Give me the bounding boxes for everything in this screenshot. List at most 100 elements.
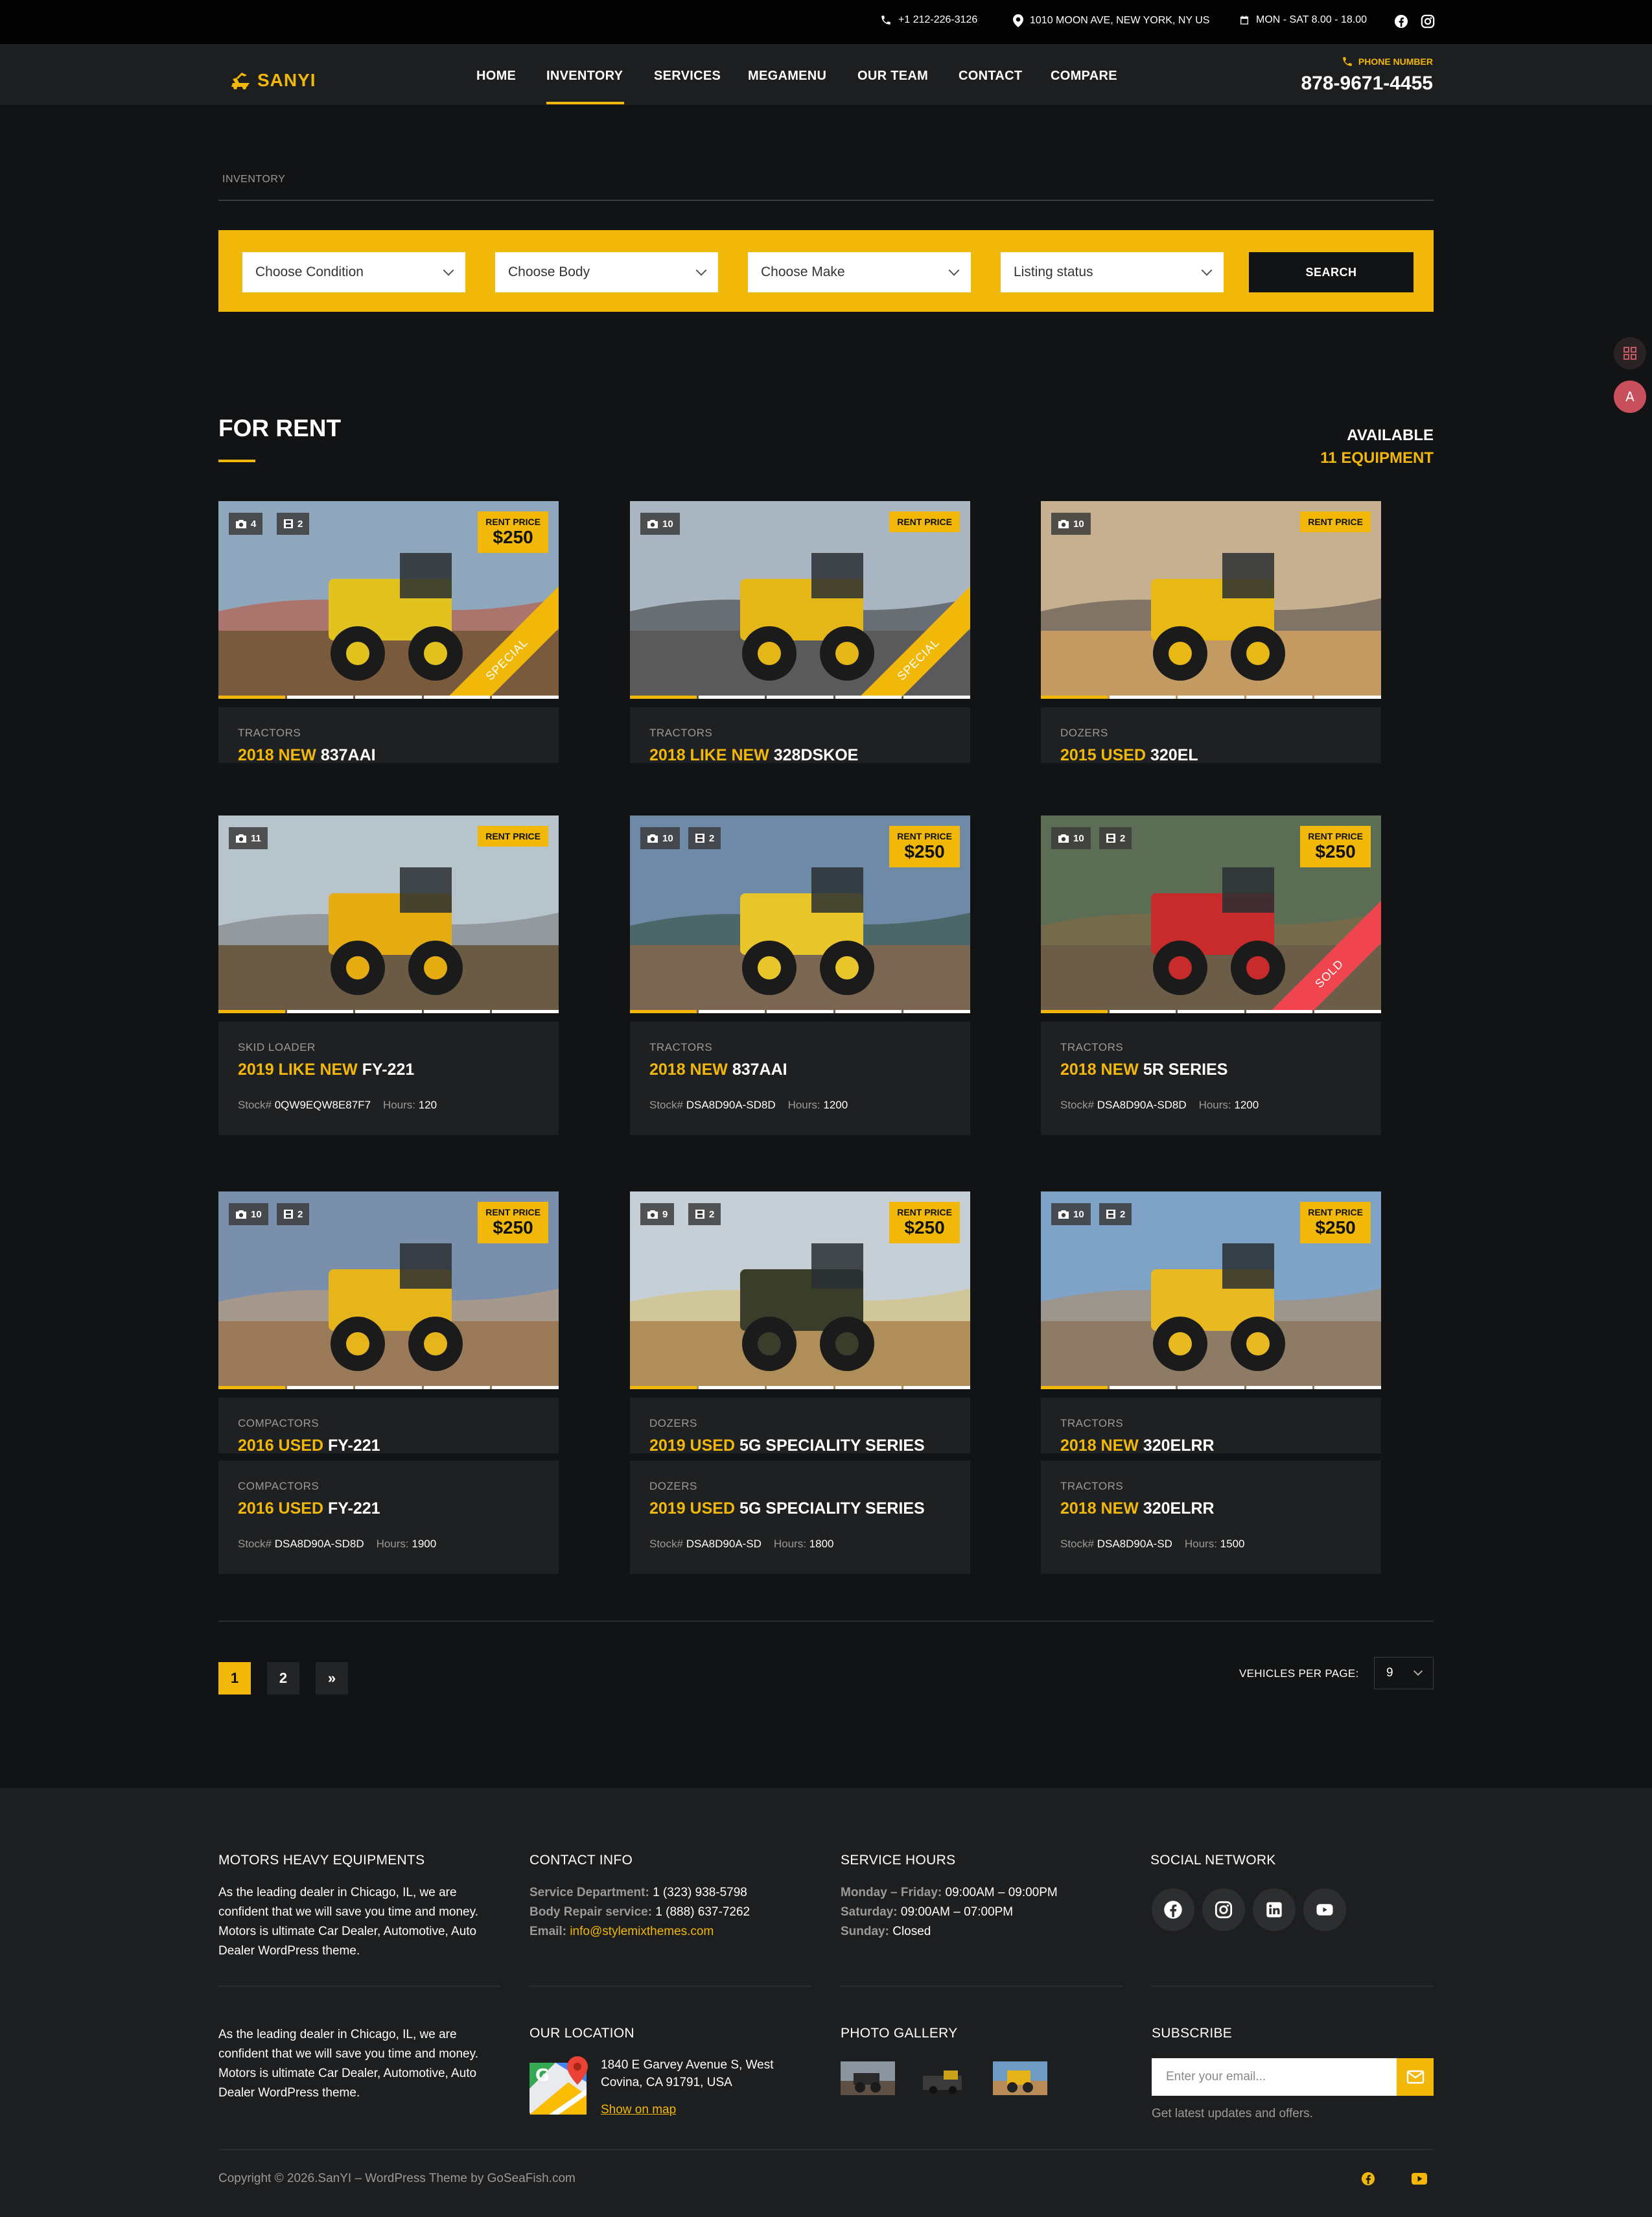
youtube-icon[interactable] — [1303, 1888, 1346, 1931]
listing-title[interactable]: 2019 USED 5G SPECIALITY SERIES — [649, 1499, 951, 1518]
page-1-button[interactable]: 1 — [218, 1662, 251, 1695]
facebook-icon[interactable] — [1152, 1888, 1194, 1931]
gallery-progress-segment[interactable] — [355, 1386, 422, 1389]
gallery-progress-segment[interactable] — [1246, 696, 1313, 699]
gallery-progress-segment[interactable] — [1041, 1010, 1108, 1013]
site-logo[interactable]: SANYI — [230, 70, 316, 91]
menu-item-compare[interactable]: COMPARE — [1051, 69, 1117, 84]
listing-status-select[interactable]: Listing status — [1001, 252, 1224, 292]
subscribe-email-input[interactable]: Enter your email... — [1152, 2058, 1397, 2096]
listing-image[interactable]: 10 2 RENT PRICE $250 SOLD — [1041, 815, 1381, 1013]
gallery-progress-segment[interactable] — [1109, 696, 1176, 699]
gallery-progress-segment[interactable] — [1314, 696, 1381, 699]
youtube-icon[interactable] — [1412, 2173, 1427, 2185]
listing-title[interactable]: 2016 USED FY-221 — [238, 1499, 539, 1518]
gallery-thumb[interactable] — [841, 2061, 895, 2095]
listing-image[interactable]: 9 2 RENT PRICE $250 — [630, 1191, 970, 1389]
header-phone-number[interactable]: 878-9671-4455 — [1301, 73, 1433, 95]
menu-item-home[interactable]: HOME — [476, 69, 516, 84]
menu-item-our-team[interactable]: OUR TEAM — [857, 69, 928, 84]
gallery-progress-segment[interactable] — [492, 1386, 559, 1389]
gallery-progress-segment[interactable] — [767, 696, 833, 699]
listing-title[interactable]: 2019 LIKE NEW FY-221 — [238, 1061, 539, 1079]
gallery-progress-segment[interactable] — [767, 1386, 833, 1389]
menu-item-inventory[interactable]: INVENTORY — [546, 69, 623, 84]
listing-title[interactable]: 2015 USED 320EL — [1060, 746, 1362, 765]
subscribe-button[interactable] — [1397, 2058, 1434, 2096]
listing-title[interactable]: 2018 NEW 837AAI — [238, 746, 539, 765]
gallery-progress-segment[interactable] — [218, 1010, 285, 1013]
gallery-progress-segment[interactable] — [286, 1386, 354, 1389]
google-maps-icon[interactable]: G — [529, 2056, 589, 2116]
gallery-progress-segment[interactable] — [355, 696, 422, 699]
gallery-thumb[interactable] — [993, 2061, 1047, 2095]
instagram-icon[interactable] — [1421, 14, 1435, 29]
gallery-progress-segment[interactable] — [1314, 1010, 1381, 1013]
gallery-progress-segment[interactable] — [286, 696, 354, 699]
gallery-progress-segment[interactable] — [903, 1010, 970, 1013]
listing-title[interactable]: 2018 LIKE NEW 328DSKOE — [649, 746, 951, 765]
gallery-progress-segment[interactable] — [903, 1386, 970, 1389]
listing-image[interactable]: 10 2 RENT PRICE $250 — [1041, 1191, 1381, 1389]
per-page-select[interactable]: 9 — [1374, 1657, 1434, 1689]
instagram-icon[interactable] — [1202, 1888, 1245, 1931]
gallery-progress-segment[interactable] — [1246, 1386, 1313, 1389]
menu-item-contact[interactable]: CONTACT — [959, 69, 1022, 84]
listing-title[interactable]: 2019 USED 5G SPECIALITY SERIES — [649, 1437, 951, 1455]
contact-email-link[interactable]: info@stylemixthemes.com — [570, 1925, 714, 1938]
gallery-progress-segment[interactable] — [355, 1010, 422, 1013]
gallery-thumb[interactable] — [916, 2061, 971, 2095]
body-select[interactable]: Choose Body — [495, 252, 718, 292]
gallery-progress-segment[interactable] — [630, 1386, 697, 1389]
gallery-progress-segment[interactable] — [630, 696, 697, 699]
gallery-progress-segment[interactable] — [1178, 1010, 1244, 1013]
gallery-progress-segment[interactable] — [903, 696, 970, 699]
gallery-progress-segment[interactable] — [218, 1386, 285, 1389]
next-page-button[interactable]: » — [316, 1662, 348, 1695]
gallery-progress-segment[interactable] — [1109, 1386, 1176, 1389]
listing-image[interactable]: 10 RENT PRICE SPECIAL — [630, 501, 970, 699]
gallery-progress-segment[interactable] — [423, 696, 491, 699]
gallery-progress-segment[interactable] — [630, 1010, 697, 1013]
search-button[interactable]: SEARCH — [1249, 252, 1414, 292]
gallery-progress-segment[interactable] — [1246, 1010, 1313, 1013]
listing-title[interactable]: 2018 NEW 320ELRR — [1060, 1437, 1362, 1455]
gallery-progress-segment[interactable] — [835, 696, 902, 699]
gallery-progress-segment[interactable] — [1109, 1010, 1176, 1013]
gallery-progress-segment[interactable] — [492, 1010, 559, 1013]
gallery-progress-segment[interactable] — [1041, 1386, 1108, 1389]
listing-title[interactable]: 2016 USED FY-221 — [238, 1437, 539, 1455]
widgets-icon[interactable] — [1614, 337, 1646, 370]
gallery-progress-segment[interactable] — [286, 1010, 354, 1013]
listing-title[interactable]: 2018 NEW 320ELRR — [1060, 1499, 1362, 1518]
listing-image[interactable]: 42 RENT PRICE $250 SPECIAL — [218, 501, 559, 699]
gallery-progress-segment[interactable] — [698, 1010, 765, 1013]
make-select[interactable]: Choose Make — [748, 252, 971, 292]
menu-item-megamenu[interactable]: MEGAMENU — [748, 69, 826, 84]
topbar-phone[interactable]: +1 212-226-3126 — [880, 14, 977, 26]
linkedin-icon[interactable] — [1253, 1888, 1296, 1931]
gallery-progress-segment[interactable] — [1314, 1386, 1381, 1389]
condition-select[interactable]: Choose Condition — [242, 252, 465, 292]
gallery-progress-segment[interactable] — [1178, 696, 1244, 699]
menu-item-services[interactable]: SERVICES — [654, 69, 721, 84]
listing-image[interactable]: 10 2 RENT PRICE $250 — [630, 815, 970, 1013]
listing-image[interactable]: 10 RENT PRICE — [1041, 501, 1381, 699]
show-on-map-link[interactable]: Show on map — [601, 2100, 676, 2120]
gallery-progress-segment[interactable] — [767, 1010, 833, 1013]
listing-title[interactable]: 2018 NEW 5R SERIES — [1060, 1061, 1362, 1079]
gallery-progress-segment[interactable] — [698, 1386, 765, 1389]
gallery-progress-segment[interactable] — [835, 1386, 902, 1389]
page-2-button[interactable]: 2 — [267, 1662, 299, 1695]
facebook-icon[interactable] — [1361, 2172, 1375, 2186]
gallery-progress-segment[interactable] — [492, 696, 559, 699]
gallery-progress-segment[interactable] — [218, 696, 285, 699]
gallery-progress-segment[interactable] — [423, 1386, 491, 1389]
gallery-progress-segment[interactable] — [698, 696, 765, 699]
gallery-progress-segment[interactable] — [1178, 1386, 1244, 1389]
listing-image[interactable]: 11 RENT PRICE — [218, 815, 559, 1013]
translate-icon[interactable]: A — [1614, 381, 1646, 413]
gallery-progress-segment[interactable] — [423, 1010, 491, 1013]
listing-image[interactable]: 10 2 RENT PRICE $250 — [218, 1191, 559, 1389]
listing-title[interactable]: 2018 NEW 837AAI — [649, 1061, 951, 1079]
